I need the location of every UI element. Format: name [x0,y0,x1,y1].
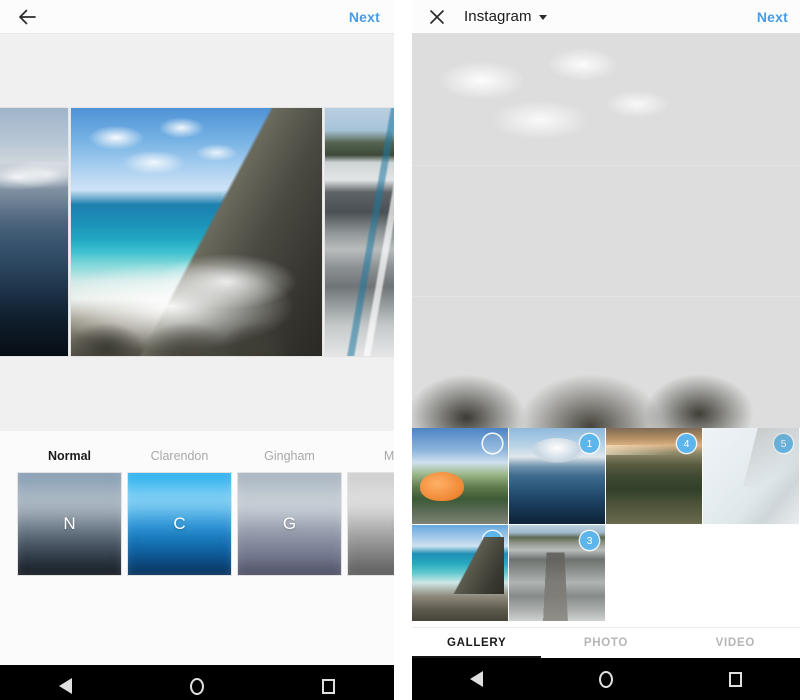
selection-badge[interactable]: 3 [580,531,599,550]
carousel-image-current[interactable] [71,108,322,356]
filter-letter: G [283,514,296,534]
left-topbar: Next [0,0,394,33]
gallery-grid[interactable]: 1 4 5 2 3 [412,428,800,622]
square-recents-icon[interactable] [729,672,742,687]
selection-badge[interactable]: 2 [483,531,502,550]
panel-gutter [394,0,412,700]
square-recents-icon[interactable] [322,679,335,694]
left-screen-filter-editor: Next Normal N Clarendon [0,0,394,700]
gallery-thumbnail[interactable]: 1 [509,428,605,524]
gallery-thumbnail[interactable]: 3 [509,525,605,621]
triangle-back-icon[interactable] [59,678,72,694]
filter-strip[interactable]: Normal N Clarendon C Gingham [0,431,394,665]
next-button-left[interactable]: Next [349,9,380,25]
carousel-strip [0,108,394,356]
selection-badge[interactable] [483,434,502,453]
android-navbar-right [412,658,800,700]
gallery-thumbnail[interactable]: 4 [606,428,702,524]
selection-badge[interactable]: 1 [580,434,599,453]
tab-photo[interactable]: PHOTO [541,628,670,658]
gallery-thumbnail[interactable]: 5 [703,428,799,524]
filter-thumbnail[interactable]: G [237,472,342,576]
filter-item-normal[interactable]: Normal N [17,449,122,576]
carousel-image-next[interactable] [325,108,394,356]
filter-label: Normal [17,449,122,463]
gallery-thumbnail[interactable] [412,428,508,524]
filter-letter: N [63,514,75,534]
circle-home-icon[interactable] [190,678,204,695]
right-topbar: Instagram Next [412,0,800,33]
image-carousel[interactable] [0,34,394,431]
filter-thumbnail[interactable]: M [347,472,394,576]
android-navbar-left [0,665,394,700]
filter-label: Moon [347,449,394,463]
filter-item-moon[interactable]: Moon M [347,449,394,576]
close-icon[interactable] [424,4,450,30]
back-arrow-icon[interactable] [14,4,40,30]
right-screen-gallery-picker: Instagram Next 1 4 5 [412,0,800,700]
filter-letter: C [173,514,185,534]
filter-thumbnail[interactable]: N [17,472,122,576]
next-button-right[interactable]: Next [757,9,788,25]
filter-item-gingham[interactable]: Gingham G [237,449,342,576]
selection-badge[interactable]: 5 [774,434,793,453]
tab-video[interactable]: VIDEO [671,628,800,658]
carousel-image-previous[interactable] [0,108,68,356]
filter-row: Normal N Clarendon C Gingham [0,449,394,576]
album-selector[interactable]: Instagram [450,8,547,25]
caret-down-icon [539,15,547,20]
filter-letter: M [392,514,394,534]
source-tabs[interactable]: GALLERY PHOTO VIDEO [412,627,800,658]
tab-gallery[interactable]: GALLERY [412,628,541,658]
filter-thumbnail[interactable]: C [127,472,232,576]
triangle-back-icon[interactable] [470,671,483,687]
selected-image-preview[interactable] [412,33,800,428]
filter-label: Gingham [237,449,342,463]
gallery-thumbnail[interactable]: 2 [412,525,508,621]
filter-label: Clarendon [127,449,232,463]
filter-preview-image [347,472,394,576]
circle-home-icon[interactable] [599,671,613,688]
dual-phone-screenshot: Next Normal N Clarendon [0,0,800,700]
selection-badge[interactable]: 4 [677,434,696,453]
album-title: Instagram [464,8,532,25]
filter-item-clarendon[interactable]: Clarendon C [127,449,232,576]
crop-guides [412,33,800,428]
